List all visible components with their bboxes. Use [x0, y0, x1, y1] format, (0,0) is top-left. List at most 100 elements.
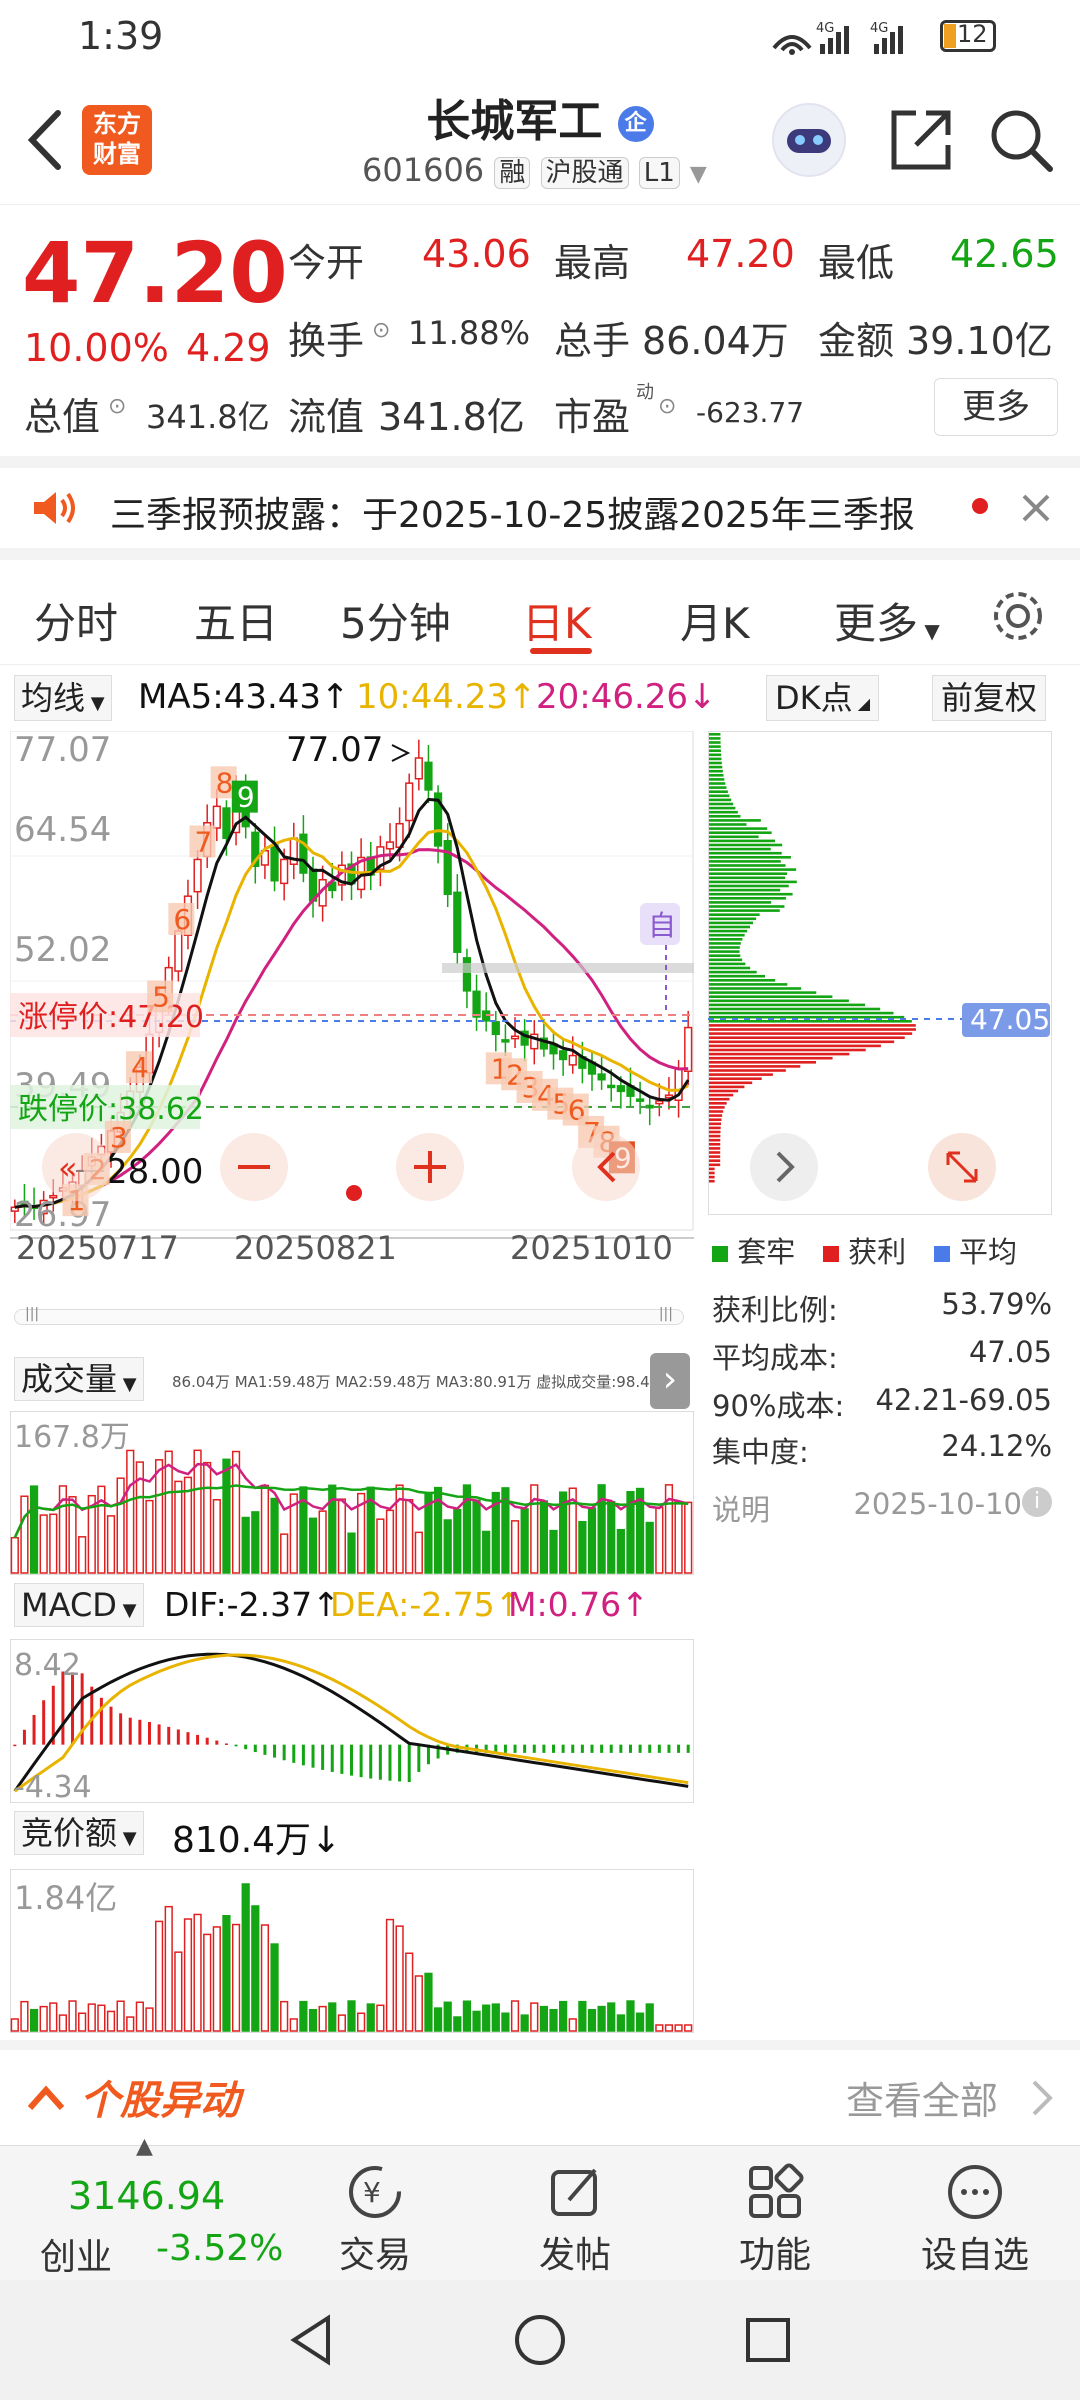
info-icon[interactable]: ⊙ [658, 394, 676, 419]
search-icon[interactable] [986, 105, 1056, 175]
volume-bar [260, 1484, 270, 1574]
gear-icon[interactable] [990, 588, 1046, 644]
tab-daily-k[interactable]: 日K [522, 590, 592, 651]
dropdown-icon[interactable]: ▼ [690, 162, 707, 187]
notice-bar[interactable]: 三季报预披露：于2025-10-25披露2025年三季报 [0, 456, 1080, 560]
chip-bar [709, 950, 740, 953]
back-triangle-icon[interactable] [282, 2310, 342, 2370]
macd-bar [176, 1729, 180, 1745]
pe-value: -623.77 [696, 396, 805, 429]
macd-bar [234, 1744, 238, 1747]
chip-bar [709, 954, 741, 957]
chip-bar [709, 979, 776, 982]
macd-bar [90, 1686, 94, 1745]
view-all-link[interactable]: 查看全部 [846, 2070, 998, 2125]
range-scrollbar[interactable]: ||| ||| [14, 1306, 684, 1325]
tab-monthly-k[interactable]: 月K [680, 590, 750, 651]
chip-distribution-chart[interactable]: 47.05 [708, 731, 1052, 1215]
chip-next-button[interactable] [750, 1133, 818, 1201]
macd-bar [253, 1744, 257, 1753]
macd-select[interactable]: MACD ▼ [14, 1583, 144, 1627]
auction-bar [174, 1951, 183, 2032]
dk-point-button[interactable]: DK点 ◢ [766, 675, 880, 721]
more-dots-icon [948, 2165, 1002, 2219]
chip-bar [709, 929, 748, 933]
macd-bar [263, 1744, 267, 1755]
macd-bar [657, 1744, 661, 1753]
volume-bar [29, 1485, 39, 1574]
panel-next-button[interactable]: › [650, 1353, 690, 1409]
macd-bar [648, 1744, 652, 1753]
macd-bar [244, 1744, 248, 1750]
auction-bar [443, 2001, 452, 2032]
chip-bar [709, 860, 781, 863]
high-value: 47.20 [686, 232, 795, 276]
volume-bar [453, 1508, 462, 1574]
open-value: 43.06 [422, 232, 531, 276]
index-ticker[interactable]: ▲ 3146.94 创业 -3.52% [0, 2134, 290, 2281]
auction-bar [68, 2000, 77, 2032]
recents-square-icon[interactable] [738, 2310, 798, 2370]
tag-level[interactable]: L1 [638, 157, 680, 189]
chip-bar [709, 806, 736, 810]
chip-bar [709, 1171, 715, 1175]
stock-movement-header[interactable]: 个股异动 查看全部 [0, 2040, 1080, 2145]
ma-select[interactable]: 均线 ▼ [14, 675, 112, 721]
auction-bar [587, 2008, 597, 2032]
macd-bar [273, 1744, 277, 1758]
tab-5min[interactable]: 5分钟 [340, 590, 451, 651]
avg-cost-row: 平均成本: 47.05 [712, 1335, 1052, 1375]
close-icon[interactable] [1018, 490, 1054, 526]
more-button[interactable]: 更多 [934, 378, 1058, 436]
tab-minute[interactable]: 分时 [34, 590, 118, 651]
auction-select[interactable]: 竞价额 ▼ [14, 1811, 144, 1855]
seq-up-mark: 7 [189, 825, 216, 858]
share-icon[interactable] [886, 105, 956, 175]
tab-more[interactable]: 更多 ▼ [834, 590, 940, 651]
nav-post[interactable]: 发帖 [490, 2146, 660, 2281]
macd-bar [561, 1744, 565, 1753]
auction-bar [280, 2000, 289, 2032]
info-icon[interactable]: ⊙ [108, 394, 126, 419]
macd-bar [42, 1700, 46, 1745]
seq-up-mark: 3 [104, 1120, 131, 1154]
low-value: 42.65 [950, 232, 1059, 276]
chip-bar [709, 741, 721, 744]
tab-five-day[interactable]: 五日 [194, 590, 278, 651]
macd-bar [628, 1744, 632, 1753]
chip-note-row[interactable]: 说明 i 2025-10-10 [712, 1487, 1052, 1529]
chip-bar [709, 884, 789, 888]
auction-chart[interactable]: 1.84亿 [10, 1869, 694, 2033]
volume-bar [337, 1498, 346, 1574]
auction-bar [87, 2003, 96, 2032]
macd-bar [513, 1744, 517, 1753]
volume-chart[interactable]: 167.8万 [10, 1411, 694, 1575]
macd-bar [205, 1737, 209, 1745]
info-icon[interactable]: ⊙ [372, 318, 390, 343]
chip-bar [709, 995, 833, 998]
volume-y-top: 167.8万 [14, 1420, 130, 1455]
open-label: 今开 [288, 241, 365, 285]
nav-add-watchlist[interactable]: 设自选 [890, 2146, 1060, 2281]
auction-bar [635, 2012, 645, 2032]
macd-bar [99, 1697, 103, 1745]
home-circle-icon[interactable] [510, 2310, 570, 2370]
volume-bar [280, 1533, 289, 1574]
macd-bar [552, 1744, 556, 1753]
candlestick-chart[interactable]: 77.07 64.54 52.02 39.49 26.97 涨停价:47.20 … [10, 731, 694, 1231]
auction-bar [424, 1972, 433, 2032]
assistant-avatar-icon[interactable] [772, 103, 846, 177]
nav-functions[interactable]: 功能 [690, 2146, 860, 2281]
nav-trade[interactable]: ¥ 交易 [290, 2146, 460, 2281]
y-label-2: 64.54 [14, 810, 111, 850]
adjust-button[interactable]: 前复权 [932, 675, 1047, 721]
chip-bar [709, 958, 743, 962]
volume-select[interactable]: 成交量 ▼ [14, 1357, 144, 1401]
volume-bar [251, 1511, 260, 1574]
chip-bar [709, 1179, 715, 1183]
volume-bar [520, 1508, 529, 1574]
macd-chart[interactable]: 8.42 -4.34 [10, 1639, 694, 1803]
volume-bar [510, 1520, 520, 1574]
scroll-left-button[interactable] [572, 1133, 640, 1201]
volume-bar [414, 1531, 423, 1574]
